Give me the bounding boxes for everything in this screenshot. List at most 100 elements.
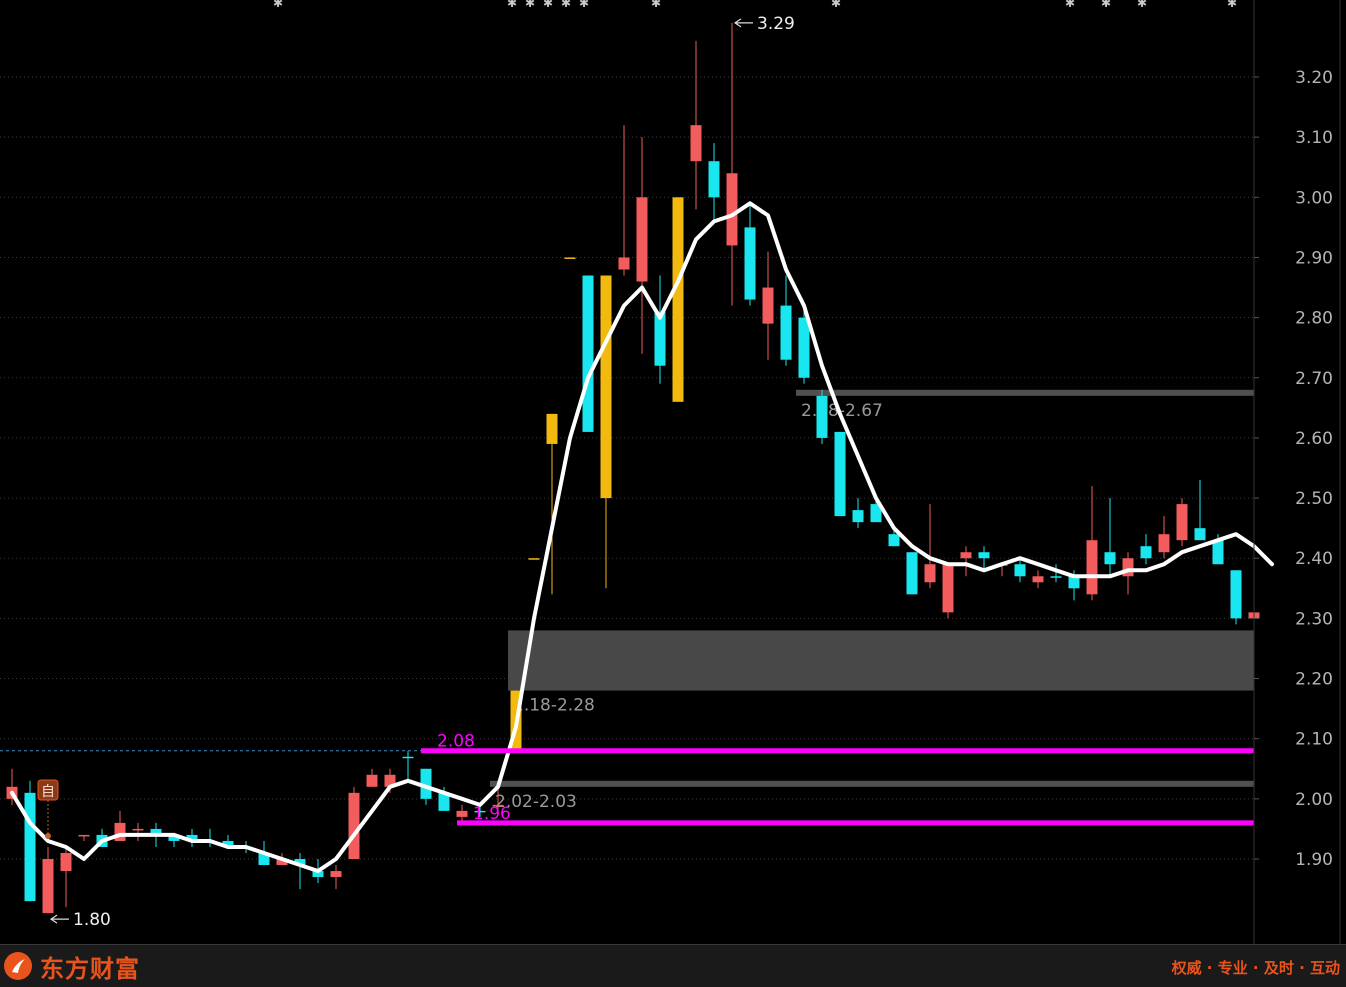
candle-body [1086, 540, 1098, 595]
y-tick-label: 3.00 [1295, 188, 1333, 208]
candlestick-chart: 2.18-2.282.68-2.672.02-2.03 2.081.96 3.2… [0, 0, 1341, 944]
price-zone [490, 780, 1254, 787]
candle-body [618, 257, 630, 270]
y-tick-label: 1.90 [1295, 850, 1333, 870]
candle [1194, 480, 1206, 541]
candle-body [1104, 552, 1116, 565]
marker-label: 自 [41, 784, 55, 800]
candle-body [906, 552, 918, 595]
candle-body [726, 173, 738, 246]
candle [834, 431, 846, 517]
candle [924, 504, 936, 589]
candle [978, 546, 990, 571]
candle [402, 750, 414, 781]
asterisk-icon: ✱ [1227, 0, 1237, 10]
candle-body [852, 510, 864, 523]
candle-body [1032, 576, 1044, 583]
candle [1140, 534, 1152, 565]
candle-body [582, 275, 594, 432]
candle [582, 275, 594, 432]
candle [1032, 570, 1044, 589]
support-label: 1.96 [473, 804, 511, 824]
marker-dot [45, 833, 51, 839]
top-markers: ✱ ✱ ✱ ✱ ✱ ✱ ✱ ✱ ✱ ✱ ✱ ✱ [273, 0, 1237, 10]
candle [24, 780, 36, 902]
candle-body [42, 859, 54, 914]
candle [330, 865, 342, 890]
support-lines: 2.08 1.96 [0, 732, 1254, 826]
candle [816, 389, 828, 444]
candle [852, 498, 864, 529]
y-tick-label: 2.70 [1295, 369, 1333, 389]
footer-bar: 东方财富 权威 · 专业 · 及时 · 互动 [0, 944, 1346, 987]
candle-body [402, 756, 414, 759]
asterisk-icon: ✱ [1065, 0, 1075, 10]
candle-body [1158, 534, 1170, 553]
candle-body [798, 317, 810, 378]
candle [348, 786, 360, 859]
asterisk-icon: ✱ [1101, 0, 1111, 10]
y-tick-label: 2.20 [1295, 670, 1333, 690]
candle-body [564, 257, 576, 259]
candle [942, 564, 954, 619]
candle [366, 768, 378, 787]
extreme-label: 3.29 [757, 14, 795, 34]
price-zone [796, 389, 1254, 396]
extreme-label: 1.80 [73, 910, 111, 930]
candle [456, 804, 468, 823]
candle [600, 275, 612, 589]
candle [132, 822, 144, 841]
zone-label: 2.18-2.28 [513, 696, 595, 716]
candle [528, 558, 540, 560]
candle-body [834, 431, 846, 517]
y-tick-label: 2.00 [1295, 790, 1333, 810]
candle [618, 125, 630, 276]
price-grid [0, 76, 1254, 860]
candle-body [1050, 576, 1062, 578]
asterisk-icon: ✱ [561, 0, 571, 10]
candle-body [690, 125, 702, 162]
candle-body [348, 792, 360, 859]
y-tick-label: 2.40 [1295, 549, 1333, 569]
candle-body [78, 834, 90, 837]
asterisk-icon: ✱ [543, 0, 553, 10]
asterisk-icon: ✱ [579, 0, 589, 10]
candle [654, 275, 666, 384]
candle-body [1212, 540, 1224, 565]
candle [78, 834, 90, 841]
candle [726, 22, 738, 306]
y-tick-label: 2.50 [1295, 489, 1333, 509]
candle-body [1194, 528, 1206, 541]
y-tick-label: 2.30 [1295, 609, 1333, 629]
candle [42, 846, 54, 914]
candle-body [708, 161, 720, 198]
extreme-arrow-icon [49, 914, 69, 924]
candle [744, 203, 756, 306]
candle-body [1230, 570, 1242, 619]
candle-body [456, 810, 468, 817]
candle [708, 143, 720, 222]
y-tick-label: 3.10 [1295, 128, 1333, 148]
candle-body [672, 197, 684, 402]
candle-body [654, 311, 666, 366]
candle-body [60, 852, 72, 872]
candle [690, 40, 702, 210]
candle [636, 137, 648, 354]
asterisk-icon: ✱ [651, 0, 661, 10]
candle [1014, 558, 1026, 583]
y-tick-label: 3.20 [1295, 68, 1333, 88]
chart-labels: 3.29 1.80 自 [37, 14, 795, 930]
candle-body [816, 395, 828, 438]
candle-body [636, 197, 648, 282]
candle [294, 852, 306, 890]
candle [672, 197, 684, 402]
asterisk-icon: ✱ [831, 0, 841, 10]
candle [60, 846, 72, 908]
candle [1230, 570, 1242, 625]
price-zone [508, 630, 1254, 691]
y-tick-label: 2.10 [1295, 730, 1333, 750]
candle [780, 275, 792, 366]
brand-logo-icon [4, 952, 32, 980]
y-tick-label: 2.90 [1295, 248, 1333, 268]
candle-body [780, 305, 792, 360]
